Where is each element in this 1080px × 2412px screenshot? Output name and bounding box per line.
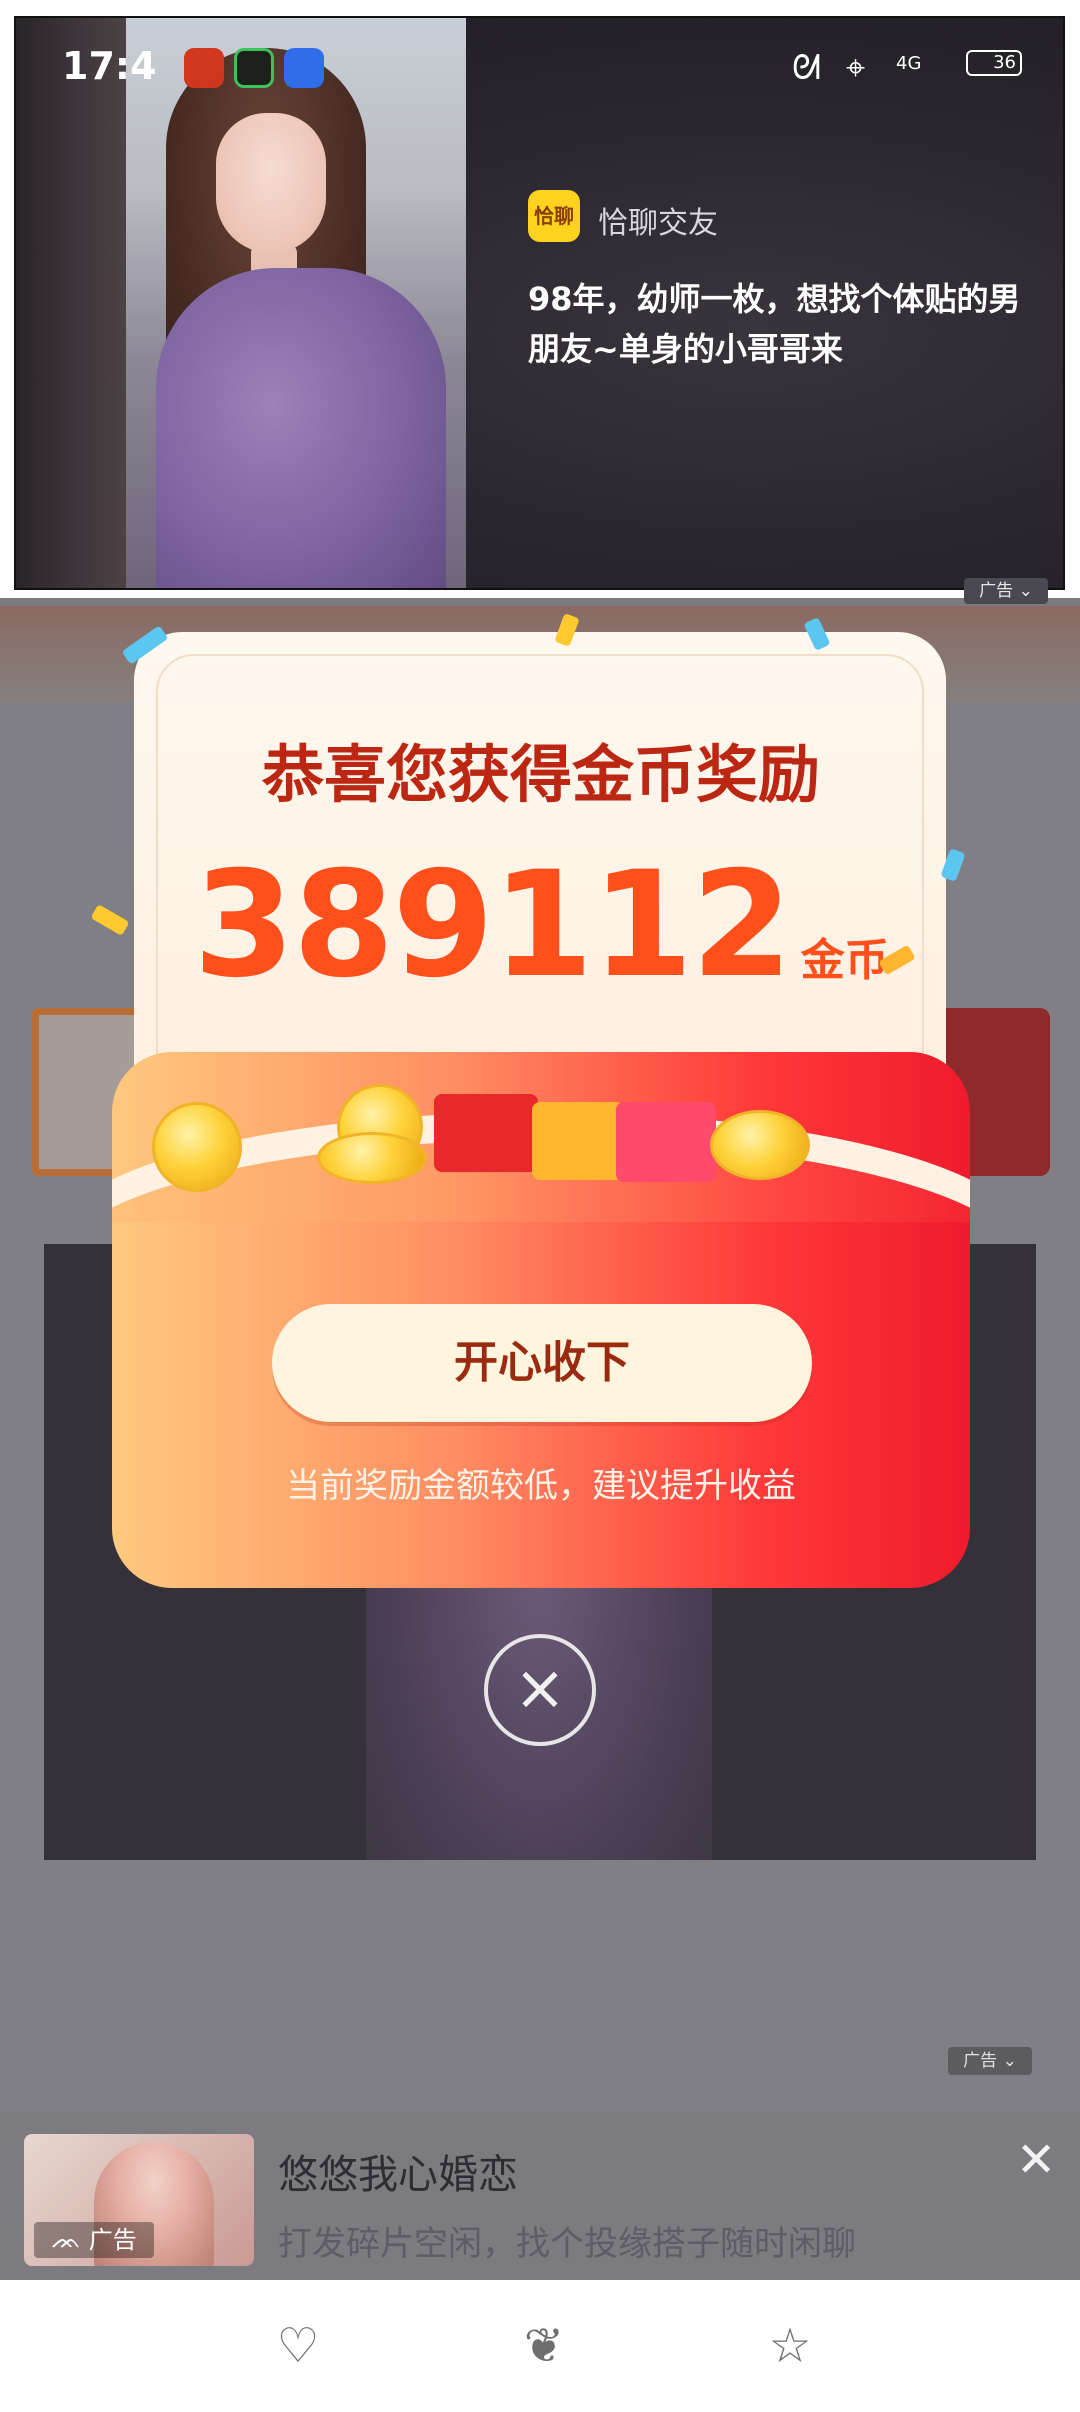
close-popup-button[interactable]: × xyxy=(484,1634,596,1746)
leaf-icon[interactable]: ❦ xyxy=(516,2318,572,2374)
battery-icon: 36 xyxy=(966,50,1022,76)
mid-ad-badge[interactable]: 广告 ⌄ xyxy=(948,2047,1032,2075)
ad-thumbnail: ᨏ 广告 xyxy=(24,2134,254,2266)
battery-label: 36 xyxy=(993,52,1016,73)
signal-4g-icon: 4G xyxy=(896,44,921,84)
reward-title: 恭喜您获得金币奖励 xyxy=(261,738,820,811)
rabbit-icon: ᘛ xyxy=(792,48,821,88)
bottom-ad-badge-label: 广告 xyxy=(88,2226,137,2254)
gold-coin-icon xyxy=(710,1110,810,1180)
photo-face xyxy=(216,113,326,253)
heart-icon[interactable]: ♡ xyxy=(270,2318,326,2374)
app-baidu-icon xyxy=(284,48,324,88)
status-bar: 17:4 ᘛ ⌖ 4G 36 xyxy=(0,0,1080,120)
bottom-ad-subtitle: 打发碎片空闲，找个投缘搭子随时闲聊 xyxy=(278,2224,856,2264)
photo-dress xyxy=(156,268,446,588)
reward-unit: 金币 xyxy=(800,935,889,986)
ad-badge-label: 广告 xyxy=(979,581,1014,601)
gift-box-icon xyxy=(616,1102,716,1182)
app-red-icon xyxy=(184,48,224,88)
ad-description: 98年，幼师一枚，想找个体贴的男朋友~单身的小哥哥来 xyxy=(528,280,1021,368)
status-time: 17:4 xyxy=(62,44,157,88)
bottom-navbar: ♡ ❦ ☆ xyxy=(0,2280,1080,2412)
bottom-ad-title: 悠悠我心婚恋 xyxy=(278,2152,518,2198)
location-icon: ⌖ xyxy=(846,48,866,88)
reward-amount-row: 389112 金币 xyxy=(112,840,970,1010)
reward-amount: 389112 xyxy=(193,840,793,1010)
brand-name: 恰聊交友 xyxy=(598,206,718,241)
ad-thumbnail-badge: ᨏ 广告 xyxy=(34,2222,154,2258)
reward-hint[interactable]: 当前奖励金额较低，建议提升收益 xyxy=(112,1458,970,1507)
app-green-icon xyxy=(234,48,274,88)
star-list-icon[interactable]: ☆ xyxy=(762,2318,818,2374)
mid-ad-badge-label: 广告 xyxy=(963,2051,998,2071)
accept-reward-button[interactable]: 开心收下 xyxy=(272,1304,812,1422)
bottom-banner-ad[interactable]: ᨏ 广告 悠悠我心婚恋 打发碎片空闲，找个投缘搭子随时闲聊 ✕ xyxy=(0,2112,1080,2280)
red-packet-icon xyxy=(434,1094,538,1172)
close-icon[interactable]: ✕ xyxy=(1016,2132,1056,2188)
ad-badge[interactable]: 广告 ⌄ xyxy=(964,578,1048,604)
gold-coin-icon xyxy=(317,1132,427,1184)
network-label: 4G xyxy=(896,53,922,74)
gold-coin-icon xyxy=(152,1102,242,1192)
reward-popup: 恭喜您获得金币奖励 389112 金币 开心收下 当前奖励金额较低，建议提升收益 xyxy=(90,613,970,1588)
gift-box-icon xyxy=(532,1102,624,1180)
brand-logo: 恰聊 xyxy=(528,190,580,242)
